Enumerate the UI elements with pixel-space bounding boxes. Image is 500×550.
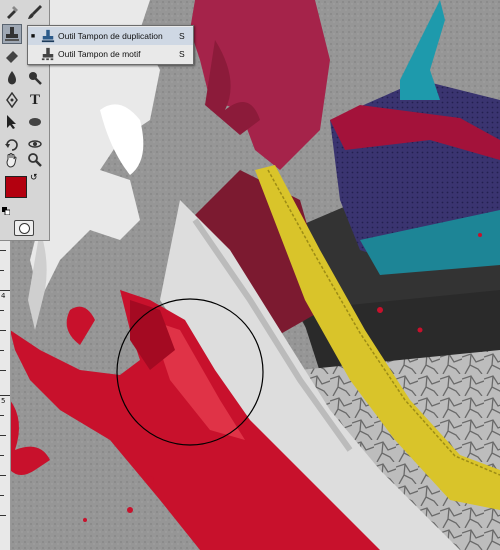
ellipse-icon[interactable] <box>25 112 45 132</box>
zoom-icon[interactable] <box>25 150 45 170</box>
hand-icon[interactable] <box>2 150 22 170</box>
color-swatches: ↺ <box>2 172 46 216</box>
type-tool-icon[interactable]: T <box>25 90 45 110</box>
artwork <box>0 0 500 550</box>
default-colors-icon[interactable] <box>2 202 11 216</box>
swap-colors-icon[interactable]: ↺ <box>30 172 38 183</box>
path-selection-icon[interactable] <box>2 112 22 132</box>
flyout-item-shortcut: S <box>179 49 185 59</box>
flyout-item-label: Outil Tampon de duplication <box>58 31 163 41</box>
stamp-tool-flyout: ■ Outil Tampon de duplication S Outil Ta… <box>27 25 194 65</box>
blur-icon[interactable] <box>2 68 22 88</box>
quick-mask-button[interactable] <box>14 220 34 236</box>
flyout-item-shortcut: S <box>179 31 185 41</box>
flyout-item-pattern-stamp[interactable]: Outil Tampon de motif S <box>28 45 193 63</box>
clone-stamp-icon[interactable] <box>2 24 22 44</box>
pen-icon[interactable] <box>2 90 22 110</box>
brush-icon[interactable] <box>25 2 45 22</box>
pattern-stamp-icon <box>38 46 58 62</box>
spot-healing-brush-icon[interactable] <box>2 2 22 22</box>
ruler-label: 4 <box>1 292 6 300</box>
dodge-icon[interactable] <box>25 68 45 88</box>
selected-bullet: ■ <box>30 32 36 40</box>
flyout-item-label: Outil Tampon de motif <box>58 49 141 59</box>
clone-stamp-icon <box>38 28 58 44</box>
vertical-ruler: 4 5 <box>0 200 11 550</box>
flyout-item-clone-stamp[interactable]: ■ Outil Tampon de duplication S <box>28 27 193 45</box>
ruler-label: 5 <box>1 397 6 405</box>
document-canvas[interactable] <box>0 0 500 550</box>
quick-mask-icon <box>18 222 30 234</box>
foreground-color-swatch[interactable] <box>5 176 27 198</box>
eraser-icon[interactable] <box>2 46 22 66</box>
